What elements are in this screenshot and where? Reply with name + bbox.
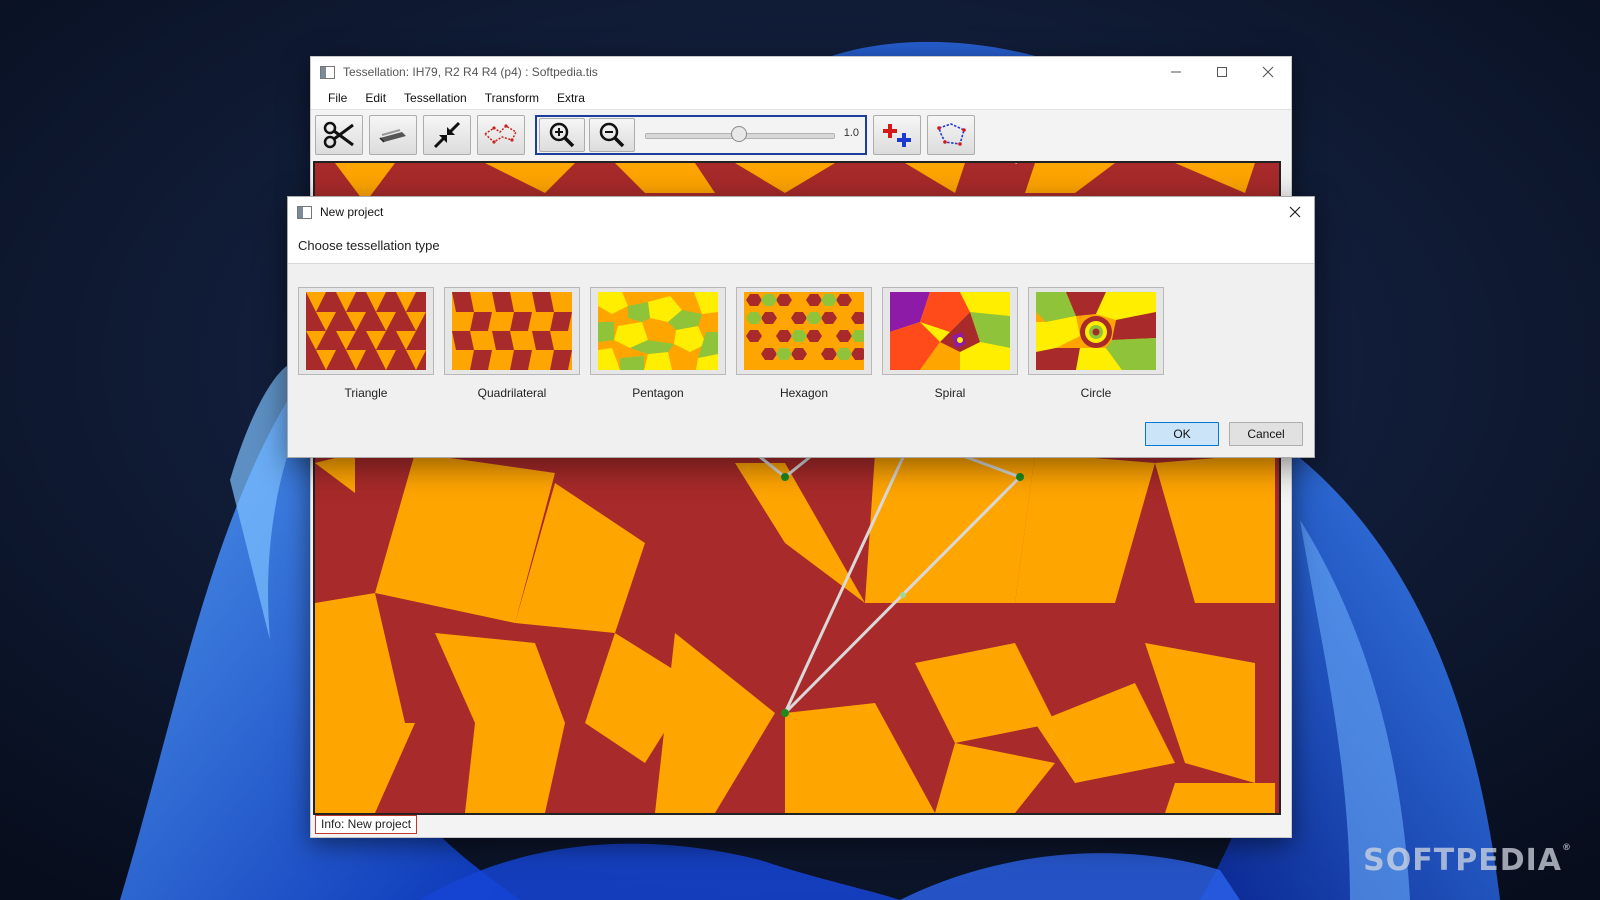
type-hexagon[interactable]: Hexagon bbox=[736, 287, 872, 400]
edge-points-icon bbox=[483, 124, 517, 144]
toolbar: 1.0 bbox=[315, 115, 1291, 155]
watermark-text: SOFTPEDIA bbox=[1363, 843, 1562, 878]
pentagon-pattern-icon bbox=[598, 292, 718, 370]
add-point-button[interactable] bbox=[873, 115, 921, 155]
type-quadrilateral-label: Quadrilateral bbox=[477, 386, 547, 400]
type-pentagon-label: Pentagon bbox=[632, 386, 684, 400]
edge-points-button[interactable] bbox=[477, 115, 525, 155]
circle-pattern-icon bbox=[1036, 292, 1156, 370]
add-point-icon bbox=[883, 124, 911, 147]
circle-thumbnail[interactable] bbox=[1028, 287, 1164, 375]
type-hexagon-label: Hexagon bbox=[779, 386, 829, 400]
type-pentagon[interactable]: Pentagon bbox=[590, 287, 726, 400]
dialog-prompt: Choose tessellation type bbox=[288, 227, 1314, 264]
minimize-button[interactable] bbox=[1153, 57, 1199, 87]
type-triangle-label: Triangle bbox=[344, 386, 388, 400]
window-title: Tessellation: IH79, R2 R4 R4 (p4) : Soft… bbox=[343, 65, 598, 79]
main-titlebar: Tessellation: IH79, R2 R4 R4 (p4) : Soft… bbox=[311, 57, 1291, 87]
collapse-button[interactable] bbox=[423, 115, 471, 155]
type-spiral[interactable]: Spiral bbox=[882, 287, 1018, 400]
zoom-value: 1.0 bbox=[843, 127, 859, 139]
maximize-button[interactable] bbox=[1199, 57, 1245, 87]
new-project-dialog: New project Choose tessellation type Tri… bbox=[287, 196, 1315, 458]
close-icon bbox=[1262, 66, 1274, 78]
menu-edit[interactable]: Edit bbox=[356, 91, 395, 105]
softpedia-watermark: SOFTPEDIA® bbox=[1363, 843, 1572, 878]
menu-tessellation[interactable]: Tessellation bbox=[395, 91, 476, 105]
menu-bar: File Edit Tessellation Transform Extra bbox=[311, 87, 1291, 110]
type-circle-label: Circle bbox=[1080, 386, 1112, 400]
ok-button[interactable]: OK bbox=[1145, 422, 1219, 446]
dialog-app-icon bbox=[297, 205, 312, 219]
cancel-button[interactable]: Cancel bbox=[1229, 422, 1303, 446]
polygon-icon bbox=[937, 123, 966, 146]
close-button[interactable] bbox=[1245, 57, 1291, 87]
triangle-thumbnail[interactable] bbox=[298, 287, 434, 375]
erase-button[interactable] bbox=[369, 115, 417, 155]
maximize-icon bbox=[1217, 67, 1227, 77]
quadrilateral-thumbnail[interactable] bbox=[444, 287, 580, 375]
hexagon-thumbnail[interactable] bbox=[736, 287, 872, 375]
close-icon bbox=[1289, 206, 1301, 218]
type-spiral-label: Spiral bbox=[934, 386, 966, 400]
zoom-in-button[interactable] bbox=[539, 118, 585, 152]
pentagon-thumbnail[interactable] bbox=[590, 287, 726, 375]
window-controls bbox=[1153, 57, 1291, 87]
zoom-slider-thumb[interactable] bbox=[731, 126, 747, 142]
scissors-icon bbox=[323, 121, 354, 149]
type-quadrilateral[interactable]: Quadrilateral bbox=[444, 287, 580, 400]
dialog-close-button[interactable] bbox=[1282, 201, 1308, 223]
app-icon bbox=[320, 65, 335, 79]
dialog-title: New project bbox=[320, 205, 384, 219]
zoom-out-button[interactable] bbox=[589, 118, 635, 152]
eraser-icon bbox=[379, 129, 406, 143]
type-circle[interactable]: Circle bbox=[1028, 287, 1164, 400]
zoom-group: 1.0 bbox=[535, 115, 867, 155]
watermark-mark: ® bbox=[1562, 843, 1572, 853]
polygon-button[interactable] bbox=[927, 115, 975, 155]
status-bar: Info: New project bbox=[315, 815, 418, 834]
dialog-titlebar: New project bbox=[288, 197, 1314, 227]
menu-file[interactable]: File bbox=[319, 91, 356, 105]
tessellation-type-list: Triangle Quadrilateral Pentagon Hexagon … bbox=[298, 287, 1174, 400]
zoom-out-icon bbox=[599, 122, 625, 148]
quadrilateral-pattern-icon bbox=[452, 292, 572, 370]
menu-transform[interactable]: Transform bbox=[476, 91, 548, 105]
minimize-icon bbox=[1171, 71, 1181, 73]
type-triangle[interactable]: Triangle bbox=[298, 287, 434, 400]
spiral-thumbnail[interactable] bbox=[882, 287, 1018, 375]
collapse-arrows-icon bbox=[433, 121, 461, 149]
menu-extra[interactable]: Extra bbox=[548, 91, 594, 105]
cut-button[interactable] bbox=[315, 115, 363, 155]
hexagon-pattern-icon bbox=[744, 292, 864, 370]
zoom-in-icon bbox=[549, 122, 575, 148]
spiral-pattern-icon bbox=[890, 292, 1010, 370]
triangle-pattern-icon bbox=[306, 292, 426, 370]
